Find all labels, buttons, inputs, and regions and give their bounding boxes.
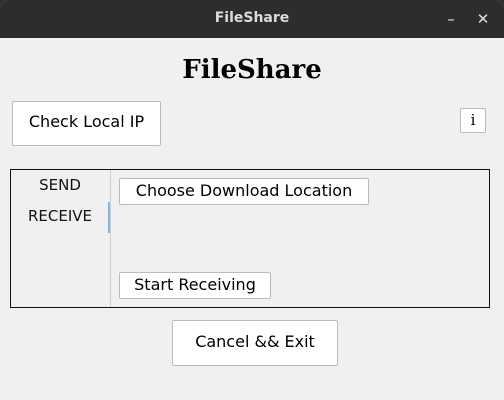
choose-download-location-button[interactable]: Choose Download Location (119, 178, 369, 205)
window-title: FileShare (214, 10, 290, 26)
cancel-exit-button[interactable]: Cancel && Exit (172, 320, 338, 366)
minimize-icon: – (447, 10, 455, 28)
minimize-button[interactable]: – (441, 9, 461, 29)
tab-bar: SEND RECEIVE (11, 170, 111, 307)
close-icon: ✕ (476, 10, 490, 28)
info-button[interactable]: i (460, 108, 486, 133)
start-receiving-button[interactable]: Start Receiving (119, 272, 271, 299)
fileshare-window: FileShare – ✕ FileShare Check Local IP i… (0, 0, 504, 400)
check-local-ip-button[interactable]: Check Local IP (12, 101, 161, 146)
selected-tab-indicator (108, 202, 110, 233)
title-bar[interactable]: FileShare – ✕ (0, 0, 504, 38)
close-button[interactable]: ✕ (473, 9, 493, 29)
tab-receive[interactable]: RECEIVE (11, 207, 109, 225)
tab-send[interactable]: SEND (11, 176, 109, 194)
app-heading: FileShare (182, 55, 322, 85)
